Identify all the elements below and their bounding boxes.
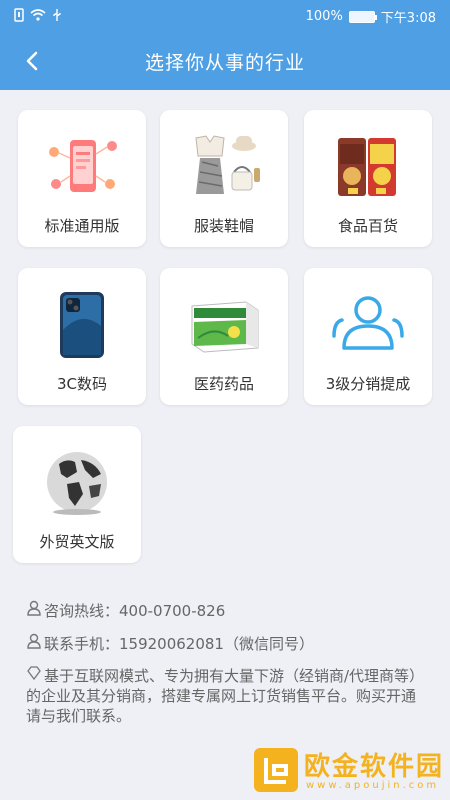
- clothing-icon: [184, 132, 264, 202]
- watermark-logo-icon: [254, 748, 298, 792]
- watermark-name: 欧金软件园: [304, 752, 445, 782]
- mobile-text[interactable]: 联系手机：15920062081（微信同号）: [44, 635, 314, 653]
- battery-percent: 100%: [305, 9, 343, 24]
- watermark-url: www.apoujin.com: [306, 780, 440, 791]
- industry-card-digital[interactable]: 3C数码: [18, 268, 146, 405]
- industry-label: 食品百货: [337, 217, 398, 235]
- industry-card-distribution[interactable]: 3级分销提成: [304, 268, 432, 405]
- industry-card-medicine[interactable]: 医药药品: [160, 268, 288, 405]
- page-title: 选择你从事的行业: [144, 52, 305, 74]
- user-icon: [26, 600, 44, 621]
- status-bar: 100% 下午3:08: [0, 0, 450, 32]
- watermark: 欧金软件园 www.apoujin.com: [254, 746, 444, 796]
- description-row: 基于互联网模式、专为拥有大量下游（经销商/代理商等）的企业及其分销商，搭建专属网…: [26, 665, 426, 726]
- medicine-box-icon: [184, 290, 264, 360]
- usb-icon: [52, 8, 62, 26]
- industry-label: 医药药品: [193, 375, 254, 393]
- smartphone-icon: [42, 290, 122, 360]
- diamond-icon: [26, 665, 44, 686]
- snack-icon: [328, 132, 408, 202]
- industry-label: 外贸英文版: [39, 533, 115, 551]
- industry-card-foreign-trade[interactable]: 外贸英文版: [13, 426, 141, 563]
- industry-label: 标准通用版: [44, 217, 120, 235]
- description-text: 基于互联网模式、专为拥有大量下游（经销商/代理商等）的企业及其分销商，搭建专属网…: [26, 667, 425, 725]
- mobile-row: 联系手机：15920062081（微信同号）: [26, 633, 426, 654]
- battery-icon: [348, 10, 377, 23]
- hotline-row: 咨询热线：400-0700-826: [26, 600, 426, 621]
- industry-label: 服装鞋帽: [193, 217, 254, 235]
- industry-card-standard[interactable]: 标准通用版: [18, 110, 146, 247]
- industry-card-clothing[interactable]: 服装鞋帽: [160, 110, 288, 247]
- industry-card-food[interactable]: 食品百货: [304, 110, 432, 247]
- industry-label: 3C数码: [56, 375, 108, 393]
- user-icon: [26, 633, 44, 654]
- sim-icon: [14, 8, 24, 26]
- phone-network-icon: [42, 132, 122, 202]
- industry-label: 3级分销提成: [325, 375, 411, 393]
- hotline-text[interactable]: 咨询热线：400-0700-826: [44, 602, 225, 620]
- app-header: 选择你从事的行业: [0, 32, 450, 90]
- users-icon: [328, 290, 408, 360]
- globe-icon: [37, 448, 117, 518]
- clock: 下午3:08: [380, 11, 436, 26]
- wifi-icon: [30, 9, 46, 25]
